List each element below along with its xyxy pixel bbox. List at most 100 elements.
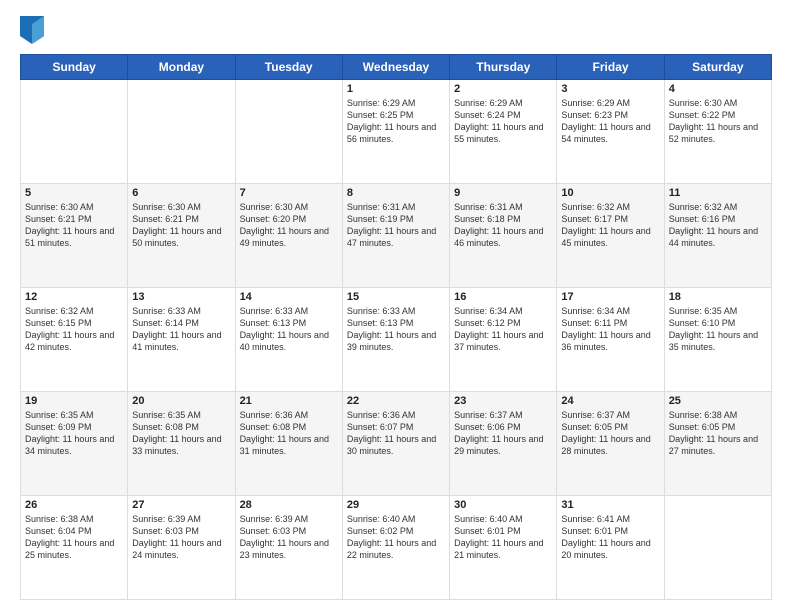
day-info: Sunrise: 6:41 AM Sunset: 6:01 PM Dayligh… [561, 513, 659, 562]
day-info: Sunrise: 6:34 AM Sunset: 6:11 PM Dayligh… [561, 305, 659, 354]
calendar-cell [235, 80, 342, 184]
day-number: 28 [240, 499, 338, 511]
calendar-cell: 6Sunrise: 6:30 AM Sunset: 6:21 PM Daylig… [128, 184, 235, 288]
calendar-cell [664, 496, 771, 600]
day-info: Sunrise: 6:38 AM Sunset: 6:05 PM Dayligh… [669, 409, 767, 458]
calendar-week-2: 5 Sunrise: 6:30 AM Sunset: 6:21 PM Daylig… [21, 184, 772, 288]
column-header-saturday: Saturday [664, 55, 771, 80]
day-info: Sunrise: 6:29 AM Sunset: 6:25 PM Dayligh… [347, 97, 445, 146]
calendar-cell: 12 Sunrise: 6:32 AM Sunset: 6:15 PM Dayli… [21, 288, 128, 392]
day-info: Sunrise: 6:34 AM Sunset: 6:12 PM Dayligh… [454, 305, 552, 354]
calendar-cell: 31 Sunrise: 6:41 AM Sunset: 6:01 PM Dayli… [557, 496, 664, 600]
day-info: Sunrise: 6:39 AM Sunset: 6:03 PM Dayligh… [240, 513, 338, 562]
calendar-cell: 16Sunrise: 6:34 AM Sunset: 6:12 PM Dayli… [450, 288, 557, 392]
calendar-cell: 29 Sunrise: 6:40 AM Sunset: 6:02 PM Dayli… [342, 496, 449, 600]
calendar-cell: 24Sunrise: 6:37 AM Sunset: 6:05 PM Dayli… [557, 392, 664, 496]
day-number: 19 [25, 395, 123, 407]
day-info: Sunrise: 6:33 AM Sunset: 6:13 PM Dayligh… [347, 305, 445, 354]
day-number: 25 [669, 395, 767, 407]
calendar-cell: 9 Sunrise: 6:31 AM Sunset: 6:18 PM Daylig… [450, 184, 557, 288]
day-info: Sunrise: 6:35 AM Sunset: 6:10 PM Dayligh… [669, 305, 767, 354]
calendar-cell: 19 Sunrise: 6:35 AM Sunset: 6:09 PM Dayli… [21, 392, 128, 496]
calendar-cell: 5 Sunrise: 6:30 AM Sunset: 6:21 PM Daylig… [21, 184, 128, 288]
day-info: Sunrise: 6:31 AM Sunset: 6:19 PM Dayligh… [347, 201, 445, 250]
day-info: Sunrise: 6:39 AM Sunset: 6:03 PM Dayligh… [132, 513, 230, 562]
day-info: Sunrise: 6:33 AM Sunset: 6:13 PM Dayligh… [240, 305, 338, 354]
logo [20, 16, 46, 44]
calendar-cell: 14 Sunrise: 6:33 AM Sunset: 6:13 PM Dayli… [235, 288, 342, 392]
day-number: 20 [132, 395, 230, 407]
day-number: 30 [454, 499, 552, 511]
day-number: 8 [347, 187, 445, 199]
day-info: Sunrise: 6:30 AM Sunset: 6:21 PM Dayligh… [25, 201, 123, 250]
day-number: 7 [240, 187, 338, 199]
day-number: 1 [347, 83, 445, 95]
calendar-cell: 30 Sunrise: 6:40 AM Sunset: 6:01 PM Dayli… [450, 496, 557, 600]
calendar-week-5: 26 Sunrise: 6:38 AM Sunset: 6:04 PM Dayli… [21, 496, 772, 600]
calendar-cell: 20 Sunrise: 6:35 AM Sunset: 6:08 PM Dayli… [128, 392, 235, 496]
day-info: Sunrise: 6:29 AM Sunset: 6:23 PM Dayligh… [561, 97, 659, 146]
day-info: Sunrise: 6:37 AM Sunset: 6:06 PM Dayligh… [454, 409, 552, 458]
day-number: 4 [669, 83, 767, 95]
header [20, 16, 772, 44]
day-info: Sunrise: 6:35 AM Sunset: 6:09 PM Dayligh… [25, 409, 123, 458]
day-number: 11 [669, 187, 767, 199]
calendar-cell: 21 Sunrise: 6:36 AM Sunset: 6:08 PM Dayli… [235, 392, 342, 496]
day-info: Sunrise: 6:37 AM Sunset: 6:05 PM Dayligh… [561, 409, 659, 458]
calendar-week-4: 19 Sunrise: 6:35 AM Sunset: 6:09 PM Dayli… [21, 392, 772, 496]
column-header-tuesday: Tuesday [235, 55, 342, 80]
day-info: Sunrise: 6:32 AM Sunset: 6:16 PM Dayligh… [669, 201, 767, 250]
day-info: Sunrise: 6:31 AM Sunset: 6:18 PM Dayligh… [454, 201, 552, 250]
day-number: 2 [454, 83, 552, 95]
column-header-wednesday: Wednesday [342, 55, 449, 80]
day-info: Sunrise: 6:40 AM Sunset: 6:02 PM Dayligh… [347, 513, 445, 562]
calendar-cell: 11 Sunrise: 6:32 AM Sunset: 6:16 PM Dayli… [664, 184, 771, 288]
calendar-cell: 26 Sunrise: 6:38 AM Sunset: 6:04 PM Dayli… [21, 496, 128, 600]
day-number: 27 [132, 499, 230, 511]
logo-icon [20, 16, 44, 44]
day-number: 12 [25, 291, 123, 303]
day-number: 9 [454, 187, 552, 199]
day-number: 21 [240, 395, 338, 407]
day-info: Sunrise: 6:40 AM Sunset: 6:01 PM Dayligh… [454, 513, 552, 562]
day-number: 14 [240, 291, 338, 303]
calendar-cell: 28 Sunrise: 6:39 AM Sunset: 6:03 PM Dayli… [235, 496, 342, 600]
calendar-cell: 7 Sunrise: 6:30 AM Sunset: 6:20 PM Daylig… [235, 184, 342, 288]
calendar-cell [128, 80, 235, 184]
day-number: 17 [561, 291, 659, 303]
calendar-cell: 8 Sunrise: 6:31 AM Sunset: 6:19 PM Daylig… [342, 184, 449, 288]
day-number: 23 [454, 395, 552, 407]
day-number: 22 [347, 395, 445, 407]
day-number: 29 [347, 499, 445, 511]
calendar-cell [21, 80, 128, 184]
day-number: 31 [561, 499, 659, 511]
day-number: 15 [347, 291, 445, 303]
calendar-cell: 4Sunrise: 6:30 AM Sunset: 6:22 PM Daylig… [664, 80, 771, 184]
calendar-cell: 3 Sunrise: 6:29 AM Sunset: 6:23 PM Daylig… [557, 80, 664, 184]
day-info: Sunrise: 6:33 AM Sunset: 6:14 PM Dayligh… [132, 305, 230, 354]
calendar-header-row: SundayMondayTuesdayWednesdayThursdayFrid… [21, 55, 772, 80]
column-header-sunday: Sunday [21, 55, 128, 80]
calendar-cell: 18 Sunrise: 6:35 AM Sunset: 6:10 PM Dayli… [664, 288, 771, 392]
day-number: 18 [669, 291, 767, 303]
day-number: 10 [561, 187, 659, 199]
day-info: Sunrise: 6:32 AM Sunset: 6:15 PM Dayligh… [25, 305, 123, 354]
day-info: Sunrise: 6:30 AM Sunset: 6:20 PM Dayligh… [240, 201, 338, 250]
day-number: 26 [25, 499, 123, 511]
day-number: 5 [25, 187, 123, 199]
calendar-cell: 10Sunrise: 6:32 AM Sunset: 6:17 PM Dayli… [557, 184, 664, 288]
day-info: Sunrise: 6:36 AM Sunset: 6:08 PM Dayligh… [240, 409, 338, 458]
column-header-monday: Monday [128, 55, 235, 80]
calendar-week-3: 12 Sunrise: 6:32 AM Sunset: 6:15 PM Dayli… [21, 288, 772, 392]
page: SundayMondayTuesdayWednesdayThursdayFrid… [0, 0, 792, 612]
day-info: Sunrise: 6:35 AM Sunset: 6:08 PM Dayligh… [132, 409, 230, 458]
day-number: 13 [132, 291, 230, 303]
day-info: Sunrise: 6:29 AM Sunset: 6:24 PM Dayligh… [454, 97, 552, 146]
calendar-cell: 27 Sunrise: 6:39 AM Sunset: 6:03 PM Dayli… [128, 496, 235, 600]
calendar-week-1: 1 Sunrise: 6:29 AM Sunset: 6:25 PM Daylig… [21, 80, 772, 184]
day-info: Sunrise: 6:38 AM Sunset: 6:04 PM Dayligh… [25, 513, 123, 562]
column-header-friday: Friday [557, 55, 664, 80]
day-number: 3 [561, 83, 659, 95]
calendar-cell: 15 Sunrise: 6:33 AM Sunset: 6:13 PM Dayli… [342, 288, 449, 392]
day-info: Sunrise: 6:36 AM Sunset: 6:07 PM Dayligh… [347, 409, 445, 458]
